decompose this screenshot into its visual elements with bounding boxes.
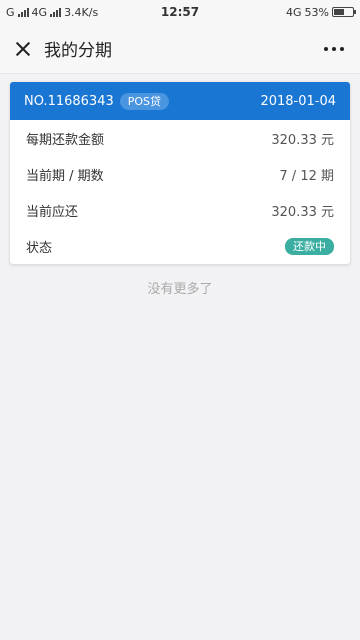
carrier-label: G (6, 5, 15, 19)
nav-bar: 我的分期 (0, 24, 360, 74)
battery-level (334, 9, 344, 15)
network-right-label: 4G (286, 5, 302, 19)
installment-card[interactable]: NO.11686343 POS贷 2018-01-04 每期还款金额 320.3… (10, 82, 350, 264)
card-header: NO.11686343 POS贷 2018-01-04 (10, 82, 350, 120)
signal-icon-2 (50, 7, 62, 17)
row-payment-amount: 每期还款金额 320.33 元 (10, 120, 350, 156)
status-left: G 4G 3.4K/s (6, 6, 98, 19)
close-icon[interactable] (12, 38, 34, 60)
row-label: 每期还款金额 (26, 132, 105, 148)
installment-date: 2018-01-04 (260, 93, 336, 109)
row-status: 状态 还款中 (10, 228, 350, 264)
row-label: 当前应还 (26, 204, 79, 220)
battery-percent: 53% (304, 5, 329, 19)
row-current-period: 当前期 / 期数 7 / 12 期 (10, 156, 350, 192)
row-value: 320.33 元 (271, 132, 334, 148)
signal-icon (17, 7, 29, 17)
row-label: 当前期 / 期数 (26, 168, 104, 184)
row-label: 状态 (26, 240, 53, 256)
network-label: 4G (31, 5, 48, 19)
status-right: 4G 53% (286, 5, 356, 19)
no-more-text: 没有更多了 (147, 282, 213, 297)
more-icon[interactable] (320, 41, 348, 57)
status-badge: 还款中 (285, 237, 334, 255)
row-current-due: 当前应还 320.33 元 (10, 192, 350, 228)
loan-type-tag: POS贷 (119, 92, 170, 110)
battery-icon (332, 7, 356, 17)
row-value: 320.33 元 (271, 204, 334, 220)
page-title: 我的分期 (44, 41, 112, 61)
network-speed: 3.4K/s (64, 5, 99, 19)
row-value: 7 / 12 期 (279, 168, 334, 184)
installment-number: NO.11686343 (24, 93, 114, 109)
status-bar: G 4G 3.4K/s 12:57 4G 53% (0, 0, 360, 24)
